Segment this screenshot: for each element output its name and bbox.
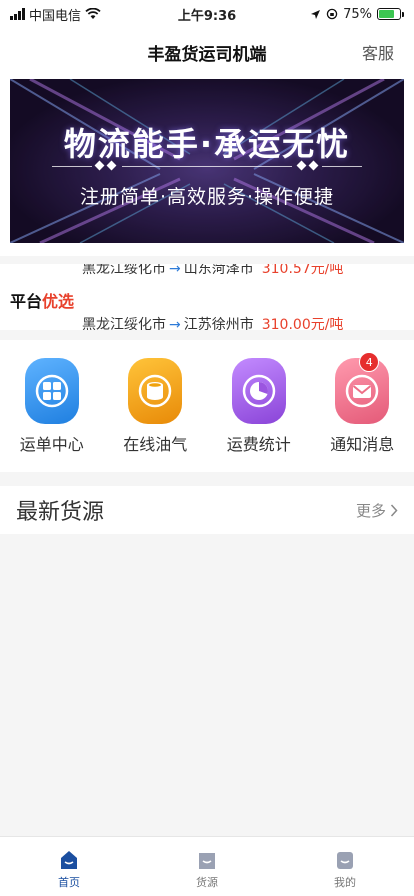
notification-badge: 4 <box>359 352 380 372</box>
banner-rule-center <box>122 166 292 167</box>
banner-title: 物流能手·承运无忧 <box>63 125 351 163</box>
carrier-name: 中国电信 <box>29 8 82 24</box>
more-label: 更多 <box>355 501 386 520</box>
route-destination: 江苏徐州市 <box>183 317 254 330</box>
pie-chart-icon <box>231 358 286 424</box>
menu-label: 通知消息 <box>330 435 395 454</box>
tab-label: 首页 <box>58 876 80 889</box>
route-price: 310.57元/吨 <box>261 264 344 277</box>
tab-label: 我的 <box>334 876 356 889</box>
menu-item-online-fuel[interactable]: 在线油气 <box>110 358 200 455</box>
brand-text: 平台 <box>10 292 43 311</box>
tab-label: 货源 <box>196 876 218 889</box>
menu-label: 运费统计 <box>226 435 291 454</box>
profile-icon <box>337 852 353 869</box>
tab-home[interactable]: 首页 <box>0 837 138 896</box>
menu-item-freight-stats[interactable]: 运费统计 <box>214 358 304 455</box>
route-arrow-icon: → <box>169 264 181 277</box>
banner-section: 物流能手·承运无忧 注册简单·高效服务·操作便捷 <box>0 76 414 256</box>
more-link[interactable]: 更多 <box>356 500 398 521</box>
latest-cargo-header: 最新货源 更多 <box>0 486 414 534</box>
bottom-tab-bar: 首页 货源 我的 <box>0 836 414 896</box>
platform-featured-label: 平台优选 <box>10 288 74 312</box>
route-origin: 黑龙江绥化市 <box>82 264 166 277</box>
brand-highlight: 优选 <box>42 292 75 311</box>
status-right: 75% <box>310 7 404 22</box>
promo-banner[interactable]: 物流能手·承运无忧 注册简单·高效服务·操作便捷 <box>10 79 404 243</box>
nav-bar: 丰盈货运司机端 客服 <box>0 28 414 76</box>
route-arrow-icon: → <box>169 317 181 330</box>
ticker-route-item[interactable]: 黑龙江绥化市 → 山东菏泽市 310.57元/吨 <box>82 264 343 278</box>
banner-rule-right <box>322 166 362 167</box>
route-price: 310.00元/吨 <box>261 317 344 330</box>
signal-icon <box>10 8 25 20</box>
banner-subtitle: 注册简单·高效服务·操作便捷 <box>79 186 335 208</box>
quick-menu: 运单中心 在线油气 运费统计 4 通知消息 <box>0 340 414 472</box>
fuel-cylinder-icon <box>128 358 183 424</box>
section-title: 最新货源 <box>16 500 105 525</box>
location-arrow-icon <box>311 9 321 19</box>
route-origin: 黑龙江绥化市 <box>82 317 166 330</box>
route-destination: 山东菏泽市 <box>183 264 254 277</box>
ticker-route-item[interactable]: 黑龙江绥化市 → 江苏徐州市 310.00元/吨 <box>82 314 343 330</box>
recommended-ticker[interactable]: 黑龙江绥化市 → 山东菏泽市 310.57元/吨 平台优选 黑龙江绥化市 → 江苏徐州市 3… <box>0 264 414 330</box>
tab-profile[interactable]: 我的 <box>276 837 414 896</box>
status-bar: 中国电信 上午9:36 75% <box>0 0 414 28</box>
menu-item-notifications[interactable]: 4 通知消息 <box>317 352 407 455</box>
home-icon <box>61 851 77 869</box>
battery-icon <box>377 8 404 20</box>
mail-icon: 4 <box>335 352 390 424</box>
battery-percent: 75% <box>343 6 372 22</box>
wifi-icon <box>85 8 101 19</box>
tab-cargo[interactable]: 货源 <box>138 837 276 896</box>
menu-label: 在线油气 <box>123 435 188 454</box>
chevron-right-icon <box>390 503 398 517</box>
grid-icon <box>24 358 79 424</box>
orientation-lock-icon <box>326 8 338 20</box>
banner-rule-left <box>52 166 92 167</box>
menu-label: 运单中心 <box>19 435 84 454</box>
menu-item-waybill-center[interactable]: 运单中心 <box>7 358 97 455</box>
cargo-icon <box>199 853 215 869</box>
customer-service-button[interactable]: 客服 <box>362 40 394 64</box>
page-title: 丰盈货运司机端 <box>147 44 267 65</box>
status-left: 中国电信 <box>10 5 101 24</box>
